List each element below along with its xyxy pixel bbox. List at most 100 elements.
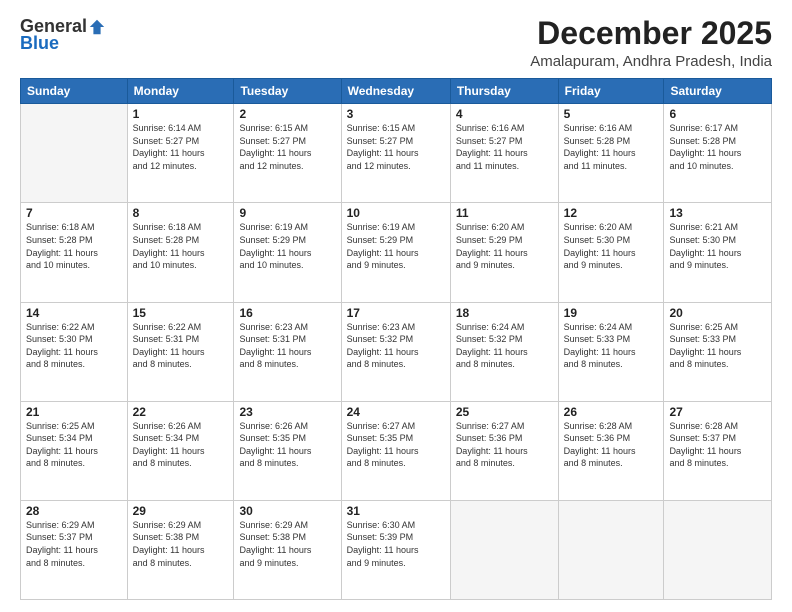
day-info: Sunrise: 6:23 AM Sunset: 5:32 PM Dayligh… bbox=[347, 321, 445, 371]
calendar-cell: 1Sunrise: 6:14 AM Sunset: 5:27 PM Daylig… bbox=[127, 104, 234, 203]
title-block: December 2025 Amalapuram, Andhra Pradesh… bbox=[530, 16, 772, 70]
calendar-cell: 30Sunrise: 6:29 AM Sunset: 5:38 PM Dayli… bbox=[234, 500, 341, 599]
calendar-cell: 24Sunrise: 6:27 AM Sunset: 5:35 PM Dayli… bbox=[341, 401, 450, 500]
calendar-week-2: 7Sunrise: 6:18 AM Sunset: 5:28 PM Daylig… bbox=[21, 203, 772, 302]
calendar-header-tuesday: Tuesday bbox=[234, 79, 341, 104]
day-info: Sunrise: 6:27 AM Sunset: 5:35 PM Dayligh… bbox=[347, 420, 445, 470]
day-number: 15 bbox=[133, 306, 229, 320]
calendar-cell: 7Sunrise: 6:18 AM Sunset: 5:28 PM Daylig… bbox=[21, 203, 128, 302]
calendar-cell: 8Sunrise: 6:18 AM Sunset: 5:28 PM Daylig… bbox=[127, 203, 234, 302]
day-info: Sunrise: 6:18 AM Sunset: 5:28 PM Dayligh… bbox=[26, 221, 122, 271]
day-number: 1 bbox=[133, 107, 229, 121]
calendar-cell: 14Sunrise: 6:22 AM Sunset: 5:30 PM Dayli… bbox=[21, 302, 128, 401]
day-info: Sunrise: 6:17 AM Sunset: 5:28 PM Dayligh… bbox=[669, 122, 766, 172]
day-info: Sunrise: 6:26 AM Sunset: 5:35 PM Dayligh… bbox=[239, 420, 335, 470]
header: General Blue December 2025 Amalapuram, A… bbox=[20, 16, 772, 70]
day-info: Sunrise: 6:26 AM Sunset: 5:34 PM Dayligh… bbox=[133, 420, 229, 470]
calendar-week-3: 14Sunrise: 6:22 AM Sunset: 5:30 PM Dayli… bbox=[21, 302, 772, 401]
calendar-cell: 16Sunrise: 6:23 AM Sunset: 5:31 PM Dayli… bbox=[234, 302, 341, 401]
calendar-cell: 9Sunrise: 6:19 AM Sunset: 5:29 PM Daylig… bbox=[234, 203, 341, 302]
day-number: 7 bbox=[26, 206, 122, 220]
page: General Blue December 2025 Amalapuram, A… bbox=[0, 0, 792, 612]
month-title: December 2025 bbox=[530, 16, 772, 51]
day-info: Sunrise: 6:30 AM Sunset: 5:39 PM Dayligh… bbox=[347, 519, 445, 569]
calendar-week-4: 21Sunrise: 6:25 AM Sunset: 5:34 PM Dayli… bbox=[21, 401, 772, 500]
day-number: 23 bbox=[239, 405, 335, 419]
calendar-cell: 2Sunrise: 6:15 AM Sunset: 5:27 PM Daylig… bbox=[234, 104, 341, 203]
calendar-cell: 22Sunrise: 6:26 AM Sunset: 5:34 PM Dayli… bbox=[127, 401, 234, 500]
calendar-week-1: 1Sunrise: 6:14 AM Sunset: 5:27 PM Daylig… bbox=[21, 104, 772, 203]
day-number: 20 bbox=[669, 306, 766, 320]
calendar-cell: 10Sunrise: 6:19 AM Sunset: 5:29 PM Dayli… bbox=[341, 203, 450, 302]
calendar-cell: 6Sunrise: 6:17 AM Sunset: 5:28 PM Daylig… bbox=[664, 104, 772, 203]
calendar-cell bbox=[450, 500, 558, 599]
logo: General Blue bbox=[20, 16, 106, 54]
calendar-cell: 27Sunrise: 6:28 AM Sunset: 5:37 PM Dayli… bbox=[664, 401, 772, 500]
day-number: 29 bbox=[133, 504, 229, 518]
calendar: SundayMondayTuesdayWednesdayThursdayFrid… bbox=[20, 78, 772, 600]
calendar-header-row: SundayMondayTuesdayWednesdayThursdayFrid… bbox=[21, 79, 772, 104]
calendar-cell: 17Sunrise: 6:23 AM Sunset: 5:32 PM Dayli… bbox=[341, 302, 450, 401]
day-info: Sunrise: 6:25 AM Sunset: 5:33 PM Dayligh… bbox=[669, 321, 766, 371]
day-number: 26 bbox=[564, 405, 659, 419]
day-number: 12 bbox=[564, 206, 659, 220]
calendar-cell: 11Sunrise: 6:20 AM Sunset: 5:29 PM Dayli… bbox=[450, 203, 558, 302]
day-info: Sunrise: 6:27 AM Sunset: 5:36 PM Dayligh… bbox=[456, 420, 553, 470]
day-info: Sunrise: 6:19 AM Sunset: 5:29 PM Dayligh… bbox=[239, 221, 335, 271]
day-info: Sunrise: 6:21 AM Sunset: 5:30 PM Dayligh… bbox=[669, 221, 766, 271]
calendar-cell: 25Sunrise: 6:27 AM Sunset: 5:36 PM Dayli… bbox=[450, 401, 558, 500]
day-number: 21 bbox=[26, 405, 122, 419]
calendar-cell bbox=[558, 500, 664, 599]
day-info: Sunrise: 6:18 AM Sunset: 5:28 PM Dayligh… bbox=[133, 221, 229, 271]
day-number: 4 bbox=[456, 107, 553, 121]
calendar-cell: 28Sunrise: 6:29 AM Sunset: 5:37 PM Dayli… bbox=[21, 500, 128, 599]
day-number: 24 bbox=[347, 405, 445, 419]
day-number: 16 bbox=[239, 306, 335, 320]
calendar-cell: 4Sunrise: 6:16 AM Sunset: 5:27 PM Daylig… bbox=[450, 104, 558, 203]
day-info: Sunrise: 6:20 AM Sunset: 5:29 PM Dayligh… bbox=[456, 221, 553, 271]
day-info: Sunrise: 6:24 AM Sunset: 5:33 PM Dayligh… bbox=[564, 321, 659, 371]
calendar-cell: 29Sunrise: 6:29 AM Sunset: 5:38 PM Dayli… bbox=[127, 500, 234, 599]
day-number: 30 bbox=[239, 504, 335, 518]
day-number: 28 bbox=[26, 504, 122, 518]
day-number: 10 bbox=[347, 206, 445, 220]
day-number: 14 bbox=[26, 306, 122, 320]
day-info: Sunrise: 6:24 AM Sunset: 5:32 PM Dayligh… bbox=[456, 321, 553, 371]
calendar-cell: 15Sunrise: 6:22 AM Sunset: 5:31 PM Dayli… bbox=[127, 302, 234, 401]
calendar-cell: 3Sunrise: 6:15 AM Sunset: 5:27 PM Daylig… bbox=[341, 104, 450, 203]
day-number: 6 bbox=[669, 107, 766, 121]
day-number: 11 bbox=[456, 206, 553, 220]
day-number: 19 bbox=[564, 306, 659, 320]
day-info: Sunrise: 6:28 AM Sunset: 5:36 PM Dayligh… bbox=[564, 420, 659, 470]
calendar-cell: 23Sunrise: 6:26 AM Sunset: 5:35 PM Dayli… bbox=[234, 401, 341, 500]
day-number: 2 bbox=[239, 107, 335, 121]
calendar-cell: 31Sunrise: 6:30 AM Sunset: 5:39 PM Dayli… bbox=[341, 500, 450, 599]
day-number: 8 bbox=[133, 206, 229, 220]
calendar-header-friday: Friday bbox=[558, 79, 664, 104]
day-number: 18 bbox=[456, 306, 553, 320]
calendar-header-sunday: Sunday bbox=[21, 79, 128, 104]
day-number: 27 bbox=[669, 405, 766, 419]
day-info: Sunrise: 6:14 AM Sunset: 5:27 PM Dayligh… bbox=[133, 122, 229, 172]
day-number: 5 bbox=[564, 107, 659, 121]
day-info: Sunrise: 6:22 AM Sunset: 5:31 PM Dayligh… bbox=[133, 321, 229, 371]
calendar-cell: 12Sunrise: 6:20 AM Sunset: 5:30 PM Dayli… bbox=[558, 203, 664, 302]
calendar-cell: 20Sunrise: 6:25 AM Sunset: 5:33 PM Dayli… bbox=[664, 302, 772, 401]
calendar-cell: 21Sunrise: 6:25 AM Sunset: 5:34 PM Dayli… bbox=[21, 401, 128, 500]
location: Amalapuram, Andhra Pradesh, India bbox=[530, 53, 772, 70]
calendar-cell: 19Sunrise: 6:24 AM Sunset: 5:33 PM Dayli… bbox=[558, 302, 664, 401]
day-number: 25 bbox=[456, 405, 553, 419]
day-info: Sunrise: 6:16 AM Sunset: 5:28 PM Dayligh… bbox=[564, 122, 659, 172]
day-info: Sunrise: 6:22 AM Sunset: 5:30 PM Dayligh… bbox=[26, 321, 122, 371]
calendar-week-5: 28Sunrise: 6:29 AM Sunset: 5:37 PM Dayli… bbox=[21, 500, 772, 599]
calendar-cell: 5Sunrise: 6:16 AM Sunset: 5:28 PM Daylig… bbox=[558, 104, 664, 203]
calendar-header-monday: Monday bbox=[127, 79, 234, 104]
day-info: Sunrise: 6:25 AM Sunset: 5:34 PM Dayligh… bbox=[26, 420, 122, 470]
day-info: Sunrise: 6:23 AM Sunset: 5:31 PM Dayligh… bbox=[239, 321, 335, 371]
day-number: 17 bbox=[347, 306, 445, 320]
day-number: 3 bbox=[347, 107, 445, 121]
day-number: 9 bbox=[239, 206, 335, 220]
calendar-cell bbox=[664, 500, 772, 599]
day-info: Sunrise: 6:15 AM Sunset: 5:27 PM Dayligh… bbox=[239, 122, 335, 172]
logo-icon bbox=[88, 18, 106, 36]
